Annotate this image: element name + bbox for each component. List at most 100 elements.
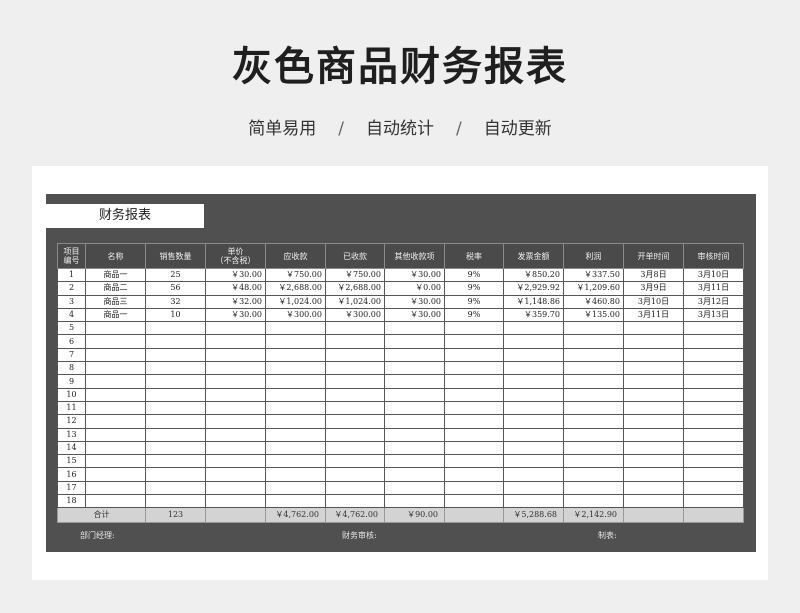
table-cell[interactable] xyxy=(444,334,504,349)
table-cell[interactable] xyxy=(444,440,504,456)
table-cell[interactable] xyxy=(444,374,504,389)
table-cell[interactable]: 3月13日 xyxy=(683,307,744,323)
table-cell[interactable] xyxy=(205,361,266,376)
table-cell[interactable]: ￥30.00 xyxy=(384,294,445,309)
table-cell[interactable]: 3月11日 xyxy=(623,307,684,323)
table-cell[interactable] xyxy=(85,414,146,429)
table-cell[interactable] xyxy=(265,387,326,402)
table-cell[interactable]: ￥750.00 xyxy=(265,267,326,283)
table-cell[interactable] xyxy=(683,387,744,402)
table-cell[interactable]: ￥2,929.92 xyxy=(503,281,564,296)
table-cell[interactable]: ￥32.00 xyxy=(205,294,266,309)
table-cell[interactable] xyxy=(503,361,564,376)
table-cell[interactable]: 12 xyxy=(57,414,86,429)
table-cell[interactable] xyxy=(563,374,624,389)
table-cell[interactable]: ￥300.00 xyxy=(265,307,326,323)
table-cell[interactable]: ￥1,148.86 xyxy=(503,294,564,309)
table-cell[interactable]: 1 xyxy=(57,267,86,283)
table-cell[interactable] xyxy=(563,454,624,469)
table-cell[interactable] xyxy=(503,400,564,416)
table-cell[interactable]: 商品三 xyxy=(85,294,146,309)
table-cell[interactable] xyxy=(444,480,504,496)
table-cell[interactable] xyxy=(85,494,146,509)
table-cell[interactable] xyxy=(85,321,146,336)
table-cell[interactable] xyxy=(503,414,564,429)
table-cell[interactable] xyxy=(563,414,624,429)
table-cell[interactable]: ￥2,688.00 xyxy=(265,281,326,296)
table-cell[interactable] xyxy=(325,414,385,429)
table-cell[interactable] xyxy=(145,361,206,376)
table-cell[interactable] xyxy=(145,480,206,496)
table-cell[interactable] xyxy=(503,387,564,402)
table-cell[interactable]: 32 xyxy=(145,294,206,309)
table-cell[interactable] xyxy=(325,480,385,496)
table-cell[interactable]: ￥30.00 xyxy=(384,267,445,283)
table-cell[interactable]: 9% xyxy=(444,267,504,283)
table-cell[interactable]: ￥460.80 xyxy=(563,294,624,309)
table-cell[interactable] xyxy=(265,494,326,509)
table-cell[interactable] xyxy=(325,374,385,389)
table-cell[interactable] xyxy=(683,400,744,416)
table-cell[interactable]: 3月12日 xyxy=(683,294,744,309)
table-cell[interactable] xyxy=(384,454,445,469)
table-cell[interactable] xyxy=(145,494,206,509)
table-cell[interactable] xyxy=(683,427,744,442)
table-cell[interactable] xyxy=(683,347,744,363)
table-cell[interactable] xyxy=(683,414,744,429)
table-cell[interactable] xyxy=(444,427,504,442)
table-cell[interactable] xyxy=(683,467,744,482)
table-cell[interactable] xyxy=(145,374,206,389)
table-cell[interactable] xyxy=(563,361,624,376)
table-cell[interactable] xyxy=(325,467,385,482)
table-cell[interactable]: ￥30.00 xyxy=(205,307,266,323)
table-cell[interactable] xyxy=(205,467,266,482)
table-cell[interactable] xyxy=(444,400,504,416)
table-cell[interactable] xyxy=(325,361,385,376)
table-cell[interactable] xyxy=(265,334,326,349)
table-cell[interactable]: 3月11日 xyxy=(683,281,744,296)
table-cell[interactable] xyxy=(205,494,266,509)
table-cell[interactable]: ￥2,688.00 xyxy=(325,281,385,296)
table-cell[interactable] xyxy=(384,440,445,456)
table-cell[interactable] xyxy=(444,467,504,482)
table-cell[interactable]: 16 xyxy=(57,467,86,482)
table-cell[interactable] xyxy=(85,440,146,456)
table-cell[interactable] xyxy=(325,440,385,456)
table-cell[interactable]: 3月10日 xyxy=(683,267,744,283)
table-cell[interactable]: 商品二 xyxy=(85,281,146,296)
table-cell[interactable] xyxy=(623,467,684,482)
table-cell[interactable]: 18 xyxy=(57,494,86,509)
table-cell[interactable] xyxy=(265,427,326,442)
table-cell[interactable] xyxy=(265,414,326,429)
table-cell[interactable] xyxy=(384,467,445,482)
table-cell[interactable] xyxy=(444,347,504,363)
table-cell[interactable]: 2 xyxy=(57,281,86,296)
table-cell[interactable] xyxy=(563,480,624,496)
table-cell[interactable]: 8 xyxy=(57,361,86,376)
table-cell[interactable]: 7 xyxy=(57,347,86,363)
table-cell[interactable] xyxy=(85,347,146,363)
table-cell[interactable] xyxy=(145,414,206,429)
table-cell[interactable] xyxy=(384,361,445,376)
table-cell[interactable] xyxy=(623,334,684,349)
table-cell[interactable] xyxy=(205,480,266,496)
table-cell[interactable] xyxy=(205,440,266,456)
table-cell[interactable]: ￥30.00 xyxy=(384,307,445,323)
table-cell[interactable] xyxy=(145,400,206,416)
table-cell[interactable]: ￥1,024.00 xyxy=(265,294,326,309)
table-cell[interactable]: ￥337.50 xyxy=(563,267,624,283)
table-cell[interactable]: ￥750.00 xyxy=(325,267,385,283)
table-cell[interactable] xyxy=(85,427,146,442)
table-cell[interactable] xyxy=(384,387,445,402)
table-cell[interactable] xyxy=(683,361,744,376)
table-cell[interactable] xyxy=(205,400,266,416)
table-cell[interactable] xyxy=(563,494,624,509)
table-cell[interactable] xyxy=(503,427,564,442)
table-cell[interactable] xyxy=(325,400,385,416)
table-cell[interactable] xyxy=(683,454,744,469)
table-cell[interactable] xyxy=(205,334,266,349)
table-cell[interactable] xyxy=(325,454,385,469)
table-cell[interactable] xyxy=(623,361,684,376)
table-cell[interactable]: 9% xyxy=(444,294,504,309)
table-cell[interactable] xyxy=(205,454,266,469)
